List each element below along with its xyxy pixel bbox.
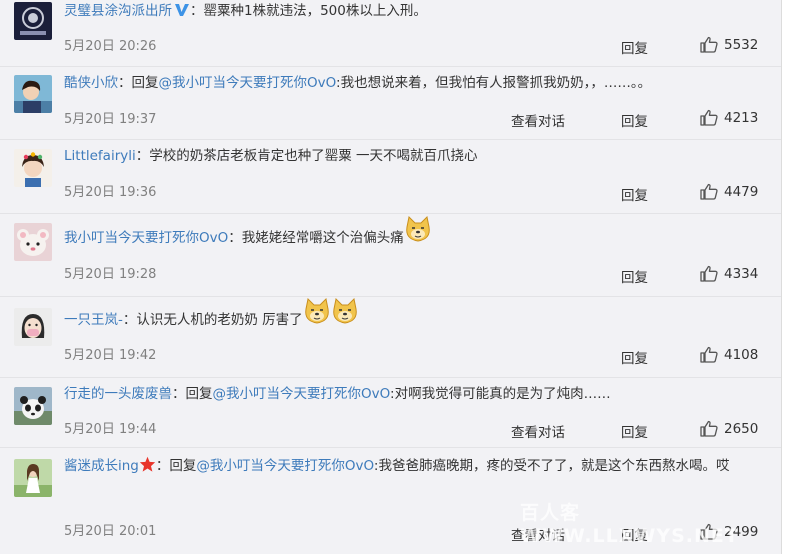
comment-username[interactable]: 酷侠小欣 <box>64 75 118 91</box>
comment-time: 5月20日 20:26 <box>64 39 157 54</box>
comment-colon: ： <box>172 386 186 402</box>
comment-body: 罂粟种1株就违法，500株以上入刑。 <box>203 3 427 19</box>
comment-item: 灵璧县涂沟派出所 ：罂粟种1株就违法，500株以上入刑。 5月20日 20:26 … <box>0 0 782 67</box>
thumbs-up-icon <box>700 420 718 437</box>
doge-emoji-icon <box>404 215 432 249</box>
comment-body: :我也想说来着，但我怕有人报警抓我奶奶，，……。。 <box>336 75 652 91</box>
comment-body: :对啊我觉得可能真的是为了炖肉…… <box>390 386 611 402</box>
star-icon <box>139 455 156 481</box>
comment-colon: ： <box>155 458 170 474</box>
comment-colon: ： <box>122 312 137 328</box>
comment-text-line: 酱迷成长ing ：回复@我小叮当今天要打死你OvO:我爸爸肺癌晚期，疼的受不了了，… <box>64 453 764 481</box>
watermark: 百人客WWW.LLXWYS.NET <box>520 502 739 547</box>
reply-prefix: 回复 <box>185 386 213 402</box>
view-conversation-button[interactable]: 查看对话 <box>511 110 565 130</box>
avatar[interactable] <box>14 2 52 40</box>
mention-link[interactable]: @我小叮当今天要打死你OvO <box>159 75 337 91</box>
comment-text-line: 我小叮当今天要打死你OvO：我姥姥经常嚼这个治偏头痛 <box>64 215 432 249</box>
comment-colon: ： <box>118 75 132 91</box>
comment-time: 5月20日 19:44 <box>64 422 157 437</box>
like-count: 5532 <box>724 36 759 53</box>
like-button[interactable]: 2650 <box>700 420 758 437</box>
comment-time: 5月20日 19:36 <box>64 185 157 200</box>
reply-prefix: 回复 <box>131 75 159 91</box>
comment-item: 行走的一头废废兽：回复@我小叮当今天要打死你OvO:对啊我觉得可能真的是为了炖肉… <box>0 377 782 448</box>
comment-text-line: 一只王岚-：认识无人机的老奶奶 厉害了 <box>64 297 359 331</box>
reply-button[interactable]: 回复 <box>621 110 648 130</box>
avatar[interactable] <box>14 223 52 261</box>
verified-v-icon <box>174 3 190 23</box>
comment-item: 酷侠小欣：回复@我小叮当今天要打死你OvO:我也想说来着，但我怕有人报警抓我奶奶… <box>0 66 782 140</box>
comment-colon: ： <box>228 230 242 246</box>
comment-username[interactable]: 一只王岚- <box>64 312 123 328</box>
comment-text-line: 行走的一头废废兽：回复@我小叮当今天要打死你OvO:对啊我觉得可能真的是为了炖肉… <box>64 384 611 404</box>
like-button[interactable]: 4108 <box>700 346 758 363</box>
thumbs-up-icon <box>700 183 718 200</box>
comment-body: 学校的奶茶店老板肯定也种了罂粟 一天不喝就百爪挠心 <box>149 148 478 164</box>
avatar[interactable] <box>14 387 52 425</box>
comment-list: 灵璧县涂沟派出所 ：罂粟种1株就违法，500株以上入刑。 5月20日 20:26 … <box>0 0 782 554</box>
comment-username[interactable]: 灵璧县涂沟派出所 <box>64 3 172 19</box>
mention-link[interactable]: @我小叮当今天要打死你OvO <box>213 386 391 402</box>
avatar[interactable] <box>14 149 52 187</box>
doge-emoji-icon <box>303 297 331 331</box>
comment-time: 5月20日 20:01 <box>64 524 157 539</box>
reply-button[interactable]: 回复 <box>621 347 648 367</box>
thumbs-up-icon <box>700 109 718 126</box>
like-count: 4213 <box>724 109 759 126</box>
comment-text-line: Littlefairyli：学校的奶茶店老板肯定也种了罂粟 一天不喝就百爪挠心 <box>64 146 478 166</box>
like-button[interactable]: 4479 <box>700 183 758 200</box>
comment-colon: ： <box>135 148 150 164</box>
comment-username[interactable]: 酱迷成长ing <box>64 458 139 474</box>
comment-username[interactable]: 我小叮当今天要打死你OvO <box>64 230 228 246</box>
comment-item: 我小叮当今天要打死你OvO：我姥姥经常嚼这个治偏头痛 5月20日 19:28 回… <box>0 213 782 297</box>
comment-body: 认识无人机的老奶奶 厉害了 <box>136 312 303 328</box>
doge-emoji-icon <box>331 297 359 331</box>
comment-time: 5月20日 19:28 <box>64 267 157 282</box>
like-count: 4334 <box>724 265 759 282</box>
comment-text-line: 酷侠小欣：回复@我小叮当今天要打死你OvO:我也想说来着，但我怕有人报警抓我奶奶… <box>64 73 651 93</box>
reply-button[interactable]: 回复 <box>621 421 648 441</box>
comment-time: 5月20日 19:42 <box>64 348 157 363</box>
comment-body: :我爸爸肺癌晚期，疼的受不了了，就是这个东西熬水喝。哎 <box>373 458 730 474</box>
comment-username[interactable]: 行走的一头废废兽 <box>64 386 172 402</box>
reply-button[interactable]: 回复 <box>621 184 648 204</box>
comment-body: 我姥姥经常嚼这个治偏头痛 <box>241 230 404 246</box>
like-count: 4479 <box>724 183 759 200</box>
like-count: 4108 <box>724 346 759 363</box>
comment-item: Littlefairyli：学校的奶茶店老板肯定也种了罂粟 一天不喝就百爪挠心 … <box>0 139 782 214</box>
reply-button[interactable]: 回复 <box>621 266 648 286</box>
comment-colon: ： <box>190 3 204 19</box>
thumbs-up-icon <box>700 346 718 363</box>
thumbs-up-icon <box>700 265 718 282</box>
comment-time: 5月20日 19:37 <box>64 112 157 127</box>
scrollbar[interactable] <box>781 0 792 554</box>
mention-link[interactable]: @我小叮当今天要打死你OvO <box>196 458 374 474</box>
like-button[interactable]: 5532 <box>700 36 758 53</box>
thumbs-up-icon <box>700 36 718 53</box>
comment-item: 一只王岚-：认识无人机的老奶奶 厉害了 5月20日 19:42 回复 4108 <box>0 296 782 378</box>
like-button[interactable]: 4213 <box>700 109 758 126</box>
view-conversation-button[interactable]: 查看对话 <box>511 421 565 441</box>
avatar[interactable] <box>14 75 52 113</box>
comment-text-line: 灵璧县涂沟派出所 ：罂粟种1株就违法，500株以上入刑。 <box>64 1 427 23</box>
like-count: 2650 <box>724 420 759 437</box>
avatar[interactable] <box>14 459 52 497</box>
reply-prefix: 回复 <box>169 458 197 474</box>
avatar[interactable] <box>14 308 52 346</box>
reply-button[interactable]: 回复 <box>621 37 648 57</box>
comment-username[interactable]: Littlefairyli <box>64 148 136 164</box>
like-button[interactable]: 4334 <box>700 265 758 282</box>
